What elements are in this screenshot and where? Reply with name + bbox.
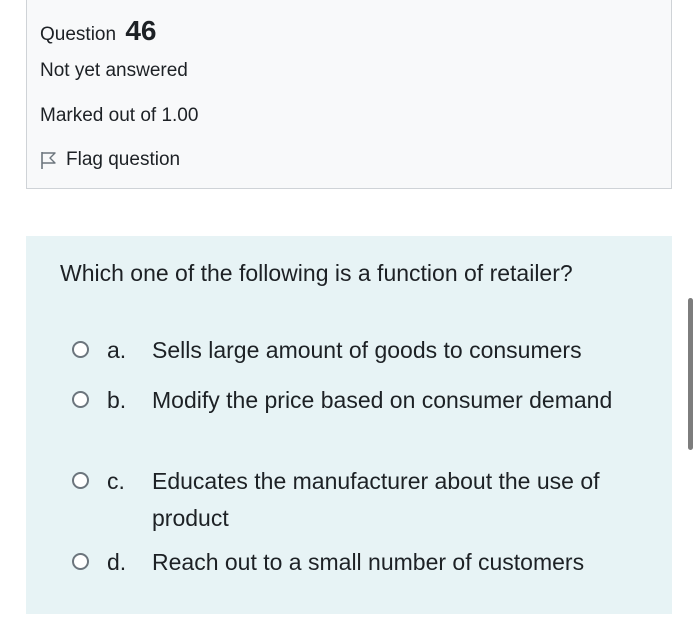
radio-button[interactable] — [72, 553, 89, 570]
question-label: Question — [40, 24, 117, 45]
answer-text: Modify the price based on consumer deman… — [152, 387, 613, 413]
question-heading: Question 46 — [40, 12, 156, 54]
flag-icon — [41, 152, 56, 169]
answer-letter: d. — [107, 549, 127, 575]
question-grade: Marked out of 1.00 — [40, 105, 199, 126]
answer-letter: a. — [107, 337, 127, 363]
flag-question-link[interactable]: Flag question — [40, 149, 180, 171]
answer-text: Sells large amount of goods to consumers — [152, 337, 582, 363]
answer-letter: c. — [107, 468, 125, 494]
question-info-panel: Question 46 Not yet answered Marked out … — [26, 0, 672, 189]
radio-button[interactable] — [72, 472, 89, 489]
question-state: Not yet answered — [40, 60, 188, 81]
radio-button[interactable] — [72, 391, 89, 408]
answer-text: Reach out to a small number of customers — [152, 549, 585, 575]
question-number: 46 — [125, 15, 157, 46]
radio-button[interactable] — [72, 341, 89, 358]
answer-text: Educates the manufacturer about the use … — [152, 468, 600, 531]
question-content: Which one of the following is a function… — [26, 236, 672, 614]
answer-letter: b. — [107, 387, 127, 413]
question-text: Which one of the following is a function… — [60, 260, 573, 286]
scrollbar-thumb[interactable] — [688, 298, 693, 450]
flag-question-label: Flag question — [66, 149, 181, 170]
quiz-page: Question 46 Not yet answered Marked out … — [0, 0, 700, 624]
